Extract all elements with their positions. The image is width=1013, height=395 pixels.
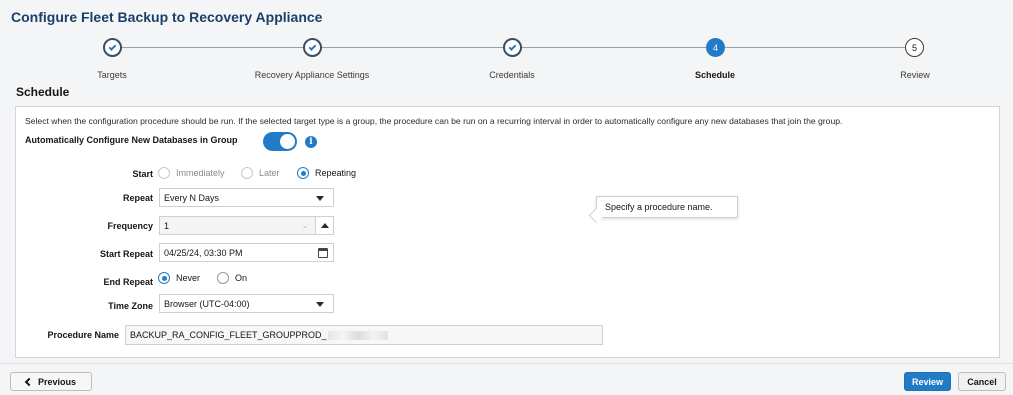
cancel-button[interactable]: Cancel xyxy=(958,372,1006,391)
chevron-left-icon xyxy=(24,377,34,386)
start-repeat-label: Start Repeat xyxy=(99,249,153,259)
time-zone-select[interactable]: Browser (UTC-04:00) xyxy=(159,294,334,313)
frequency-stepper[interactable]: 1 ⌄ xyxy=(159,216,334,235)
train-step-targets[interactable] xyxy=(103,38,122,57)
redacted-text xyxy=(327,330,388,340)
auto-configure-toggle[interactable] xyxy=(263,132,297,151)
decrement-icon[interactable]: ⌄ xyxy=(296,217,314,234)
repeat-select[interactable]: Every N Days xyxy=(159,188,334,207)
train-label-recovery-appliance-settings: Recovery Appliance Settings xyxy=(254,70,370,80)
checkmark-icon xyxy=(108,42,117,51)
radio-circle-selected xyxy=(297,167,309,179)
auto-configure-label: Automatically Configure New Databases in… xyxy=(25,135,238,145)
procedure-name-label: Procedure Name xyxy=(47,330,119,340)
end-repeat-never-radio[interactable]: Never xyxy=(158,272,200,284)
train-label-review: Review xyxy=(900,70,930,80)
toggle-knob xyxy=(280,134,295,149)
train-label-targets: Targets xyxy=(97,70,127,80)
start-repeat-date-input[interactable]: 04/25/24, 03:30 PM xyxy=(159,243,334,262)
checkmark-icon xyxy=(508,42,517,51)
start-later-radio[interactable]: Later xyxy=(241,167,280,179)
start-repeating-radio[interactable]: Repeating xyxy=(297,167,356,179)
procedure-name-input[interactable]: BACKUP_RA_CONFIG_FLEET_GROUPPROD_ xyxy=(125,325,603,345)
repeat-label: Repeat xyxy=(122,193,153,203)
chevron-down-icon xyxy=(316,302,324,307)
train-label-credentials: Credentials xyxy=(489,70,535,80)
radio-circle xyxy=(241,167,253,179)
info-icon[interactable]: i xyxy=(305,136,317,148)
radio-circle xyxy=(217,272,229,284)
frequency-label: Frequency xyxy=(107,221,153,231)
end-repeat-on-radio[interactable]: On xyxy=(217,272,247,284)
train-label-schedule: Schedule xyxy=(694,70,735,80)
start-label: Start xyxy=(132,169,153,179)
train-step-recovery-appliance-settings[interactable] xyxy=(303,38,322,57)
radio-circle xyxy=(158,167,170,179)
review-button[interactable]: Review xyxy=(904,372,951,391)
end-repeat-label: End Repeat xyxy=(103,277,153,287)
train-step-review[interactable]: 5 xyxy=(905,38,924,57)
chevron-up-icon xyxy=(320,223,329,228)
footer-divider xyxy=(0,363,1013,364)
increment-button[interactable] xyxy=(315,217,333,234)
time-zone-label: Time Zone xyxy=(108,301,153,311)
checkmark-icon xyxy=(308,42,317,51)
page-title: Configure Fleet Backup to Recovery Appli… xyxy=(11,9,323,25)
radio-circle-selected xyxy=(158,272,170,284)
procedure-name-tooltip: Specify a procedure name. xyxy=(596,196,738,218)
start-immediately-radio[interactable]: Immediately xyxy=(158,167,225,179)
schedule-description: Select when the configuration procedure … xyxy=(25,116,843,126)
previous-button[interactable]: Previous xyxy=(10,372,92,391)
chevron-down-icon xyxy=(316,196,324,201)
train-step-schedule[interactable]: 4 xyxy=(706,38,725,57)
section-title: Schedule xyxy=(16,85,70,99)
train-step-credentials[interactable] xyxy=(503,38,522,57)
calendar-icon[interactable] xyxy=(318,248,328,258)
schedule-panel: Select when the configuration procedure … xyxy=(15,106,1000,358)
